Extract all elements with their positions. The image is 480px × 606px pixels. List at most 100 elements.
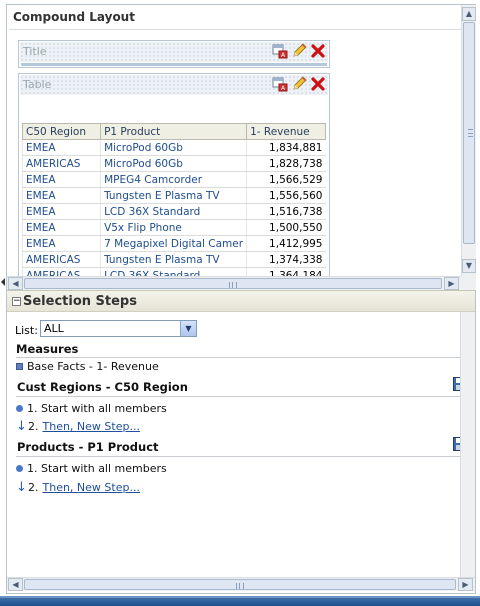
- title-divider: [9, 29, 461, 30]
- scroll-corner: [461, 276, 476, 290]
- revenue-cell: 1,374,338: [246, 251, 326, 268]
- selection-steps-header[interactable]: − Selection Steps: [7, 290, 475, 312]
- table-row: EMEA MPEG4 Camcorder 1,566,529: [22, 171, 326, 188]
- step-label: 1. Start with all members: [27, 462, 167, 475]
- selection-steps-panel: − Selection Steps List: ALL ▼ Measures B…: [6, 290, 476, 594]
- selection-steps-title: Selection Steps: [23, 294, 137, 309]
- region-cell[interactable]: AMERICAS: [22, 251, 101, 268]
- step-number: 2.: [28, 481, 39, 494]
- revenue-cell: 1,500,550: [246, 219, 326, 236]
- list-label: List:: [15, 324, 38, 337]
- scroll-down-button[interactable]: ▼: [462, 259, 476, 273]
- region-cell[interactable]: EMEA: [22, 139, 101, 156]
- cust-regions-divider: [16, 396, 470, 397]
- table-row: AMERICAS MicroPod 60Gb 1,828,738: [22, 155, 326, 172]
- revenue-cell: 1,834,881: [246, 139, 326, 156]
- scroll-right-button[interactable]: ▶: [458, 578, 473, 591]
- compound-layout-panel: Compound Layout Title A Table A C50 Regi…: [6, 4, 476, 290]
- product-cell[interactable]: 7 Megapixel Digital Camer: [100, 235, 247, 252]
- revenue-cell: 1,556,560: [246, 187, 326, 204]
- red-x-icon[interactable]: [310, 76, 326, 92]
- column-header-region[interactable]: C50 Region: [22, 123, 102, 140]
- scroll-left-button[interactable]: ◀: [8, 578, 23, 591]
- table-view-header[interactable]: Table A: [20, 75, 328, 95]
- product-cell[interactable]: LCD 36X Standard: [100, 203, 247, 220]
- table-view: Table A C50 Region P1 Product 1- Revenue…: [18, 73, 330, 277]
- column-header-revenue[interactable]: 1- Revenue: [246, 123, 326, 140]
- steps-horizontal-scrollbar[interactable]: ◀ ▶: [7, 577, 475, 591]
- new-step-link[interactable]: Then, New Step...: [43, 481, 140, 494]
- table-row: AMERICAS Tungsten E Plasma TV 1,374,338: [22, 251, 326, 268]
- scroll-right-button[interactable]: ▶: [444, 277, 459, 290]
- down-arrow-icon: ↓: [16, 480, 27, 495]
- table-header-row: C50 Region P1 Product 1- Revenue: [22, 123, 326, 140]
- region-cell[interactable]: AMERICAS: [22, 155, 101, 172]
- measures-heading: Measures: [16, 342, 79, 356]
- horizontal-scroll-thumb[interactable]: [24, 278, 442, 289]
- table-view-toolbar: A: [272, 76, 326, 92]
- window-bottom-bar: [0, 596, 480, 606]
- step-number: 2.: [28, 420, 39, 433]
- red-x-icon[interactable]: [310, 43, 326, 59]
- region-cell[interactable]: EMEA: [22, 235, 101, 252]
- pencil-icon[interactable]: [291, 76, 307, 92]
- table-row: EMEA V5x Flip Phone 1,500,550: [22, 219, 326, 236]
- product-cell[interactable]: V5x Flip Phone: [100, 219, 247, 236]
- table-row: EMEA 7 Megapixel Digital Camer 1,412,995: [22, 235, 326, 252]
- cust-regions-step-1: 1. Start with all members: [16, 402, 167, 415]
- title-view-label: Title: [23, 45, 47, 58]
- format-view-icon[interactable]: A: [272, 43, 288, 59]
- horizontal-scroll-thumb[interactable]: [24, 579, 456, 590]
- cust-regions-heading: Cust Regions - C50 Region: [17, 380, 188, 394]
- region-cell[interactable]: EMEA: [22, 219, 101, 236]
- blue-dot-icon: [16, 405, 23, 412]
- table-view-label: Table: [23, 78, 52, 91]
- region-cell[interactable]: EMEA: [22, 203, 101, 220]
- step-label: 1. Start with all members: [27, 402, 167, 415]
- list-dropdown-value: ALL: [44, 322, 64, 335]
- scroll-left-button[interactable]: ◀: [8, 277, 23, 290]
- products-divider: [16, 456, 470, 457]
- list-dropdown[interactable]: ALL ▼: [40, 320, 197, 337]
- measure-item: Base Facts - 1- Revenue: [16, 360, 159, 373]
- scroll-up-button[interactable]: ▲: [462, 7, 476, 21]
- data-table-container: C50 Region P1 Product 1- Revenue EMEA Mi…: [22, 123, 328, 277]
- revenue-cell: 1,828,738: [246, 155, 326, 172]
- product-cell[interactable]: Tungsten E Plasma TV: [100, 251, 247, 268]
- vertical-scroll-thumb[interactable]: [463, 22, 475, 244]
- table-row: EMEA Tungsten E Plasma TV 1,556,560: [22, 187, 326, 204]
- revenue-cell: 1,412,995: [246, 235, 326, 252]
- new-step-link[interactable]: Then, New Step...: [43, 420, 140, 433]
- measure-item-label: Base Facts - 1- Revenue: [27, 360, 159, 373]
- revenue-cell: 1,516,738: [246, 203, 326, 220]
- title-view[interactable]: Title A: [18, 40, 330, 68]
- minus-box-icon[interactable]: −: [12, 297, 21, 306]
- product-cell[interactable]: MicroPod 60Gb: [100, 139, 247, 156]
- products-step-2: ↓ 2. Then, New Step...: [16, 481, 140, 494]
- products-heading: Products - P1 Product: [17, 440, 159, 454]
- pencil-icon[interactable]: [291, 43, 307, 59]
- measure-icon: [16, 363, 23, 370]
- horizontal-scrollbar[interactable]: ◀ ▶: [7, 276, 461, 290]
- table-row: EMEA LCD 36X Standard 1,516,738: [22, 203, 326, 220]
- product-cell[interactable]: MPEG4 Camcorder: [100, 171, 247, 188]
- title-view-bar: [21, 63, 327, 66]
- data-table: C50 Region P1 Product 1- Revenue EMEA Mi…: [22, 123, 326, 277]
- region-cell[interactable]: EMEA: [22, 187, 101, 204]
- column-header-product[interactable]: P1 Product: [100, 123, 248, 140]
- title-view-toolbar: A: [272, 43, 326, 59]
- format-view-icon[interactable]: A: [272, 76, 288, 92]
- title-view-header[interactable]: Title A: [20, 42, 328, 62]
- product-cell[interactable]: MicroPod 60Gb: [100, 155, 247, 172]
- region-cell[interactable]: EMEA: [22, 171, 101, 188]
- cust-regions-step-2: ↓ 2. Then, New Step...: [16, 420, 140, 433]
- products-step-1: 1. Start with all members: [16, 462, 167, 475]
- chevron-down-icon[interactable]: ▼: [180, 321, 196, 336]
- blue-dot-icon: [16, 465, 23, 472]
- table-row: EMEA MicroPod 60Gb 1,834,881: [22, 139, 326, 156]
- steps-vertical-scrollbar[interactable]: [460, 312, 475, 584]
- compound-layout-title: Compound Layout: [13, 10, 135, 24]
- vertical-scrollbar[interactable]: ▲ ▼: [461, 5, 476, 276]
- down-arrow-icon: ↓: [16, 419, 27, 434]
- product-cell[interactable]: Tungsten E Plasma TV: [100, 187, 247, 204]
